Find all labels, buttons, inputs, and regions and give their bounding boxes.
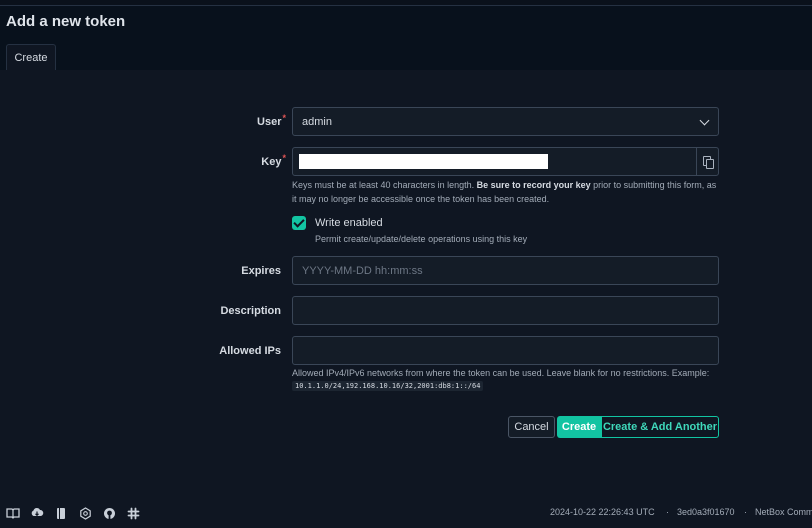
footer-separator-2: ·	[744, 507, 747, 517]
write-enabled-label: Write enabled	[315, 217, 383, 229]
create-and-add-another-button[interactable]: Create & Add Another	[601, 416, 719, 438]
key-required-mark: *	[282, 153, 286, 163]
copy-icon	[702, 156, 714, 169]
book-icon[interactable]	[54, 506, 68, 520]
allowed-ips-input[interactable]	[292, 336, 719, 365]
footer-commit: 3ed0a3f01670	[677, 507, 735, 517]
page-header: Add a new token Create	[0, 6, 812, 70]
allowed-ips-label: Allowed IPs	[219, 345, 281, 357]
key-help-pre: Keys must be at least 40 characters in l…	[292, 180, 477, 190]
key-help-bold: Be sure to record your key	[476, 180, 591, 190]
description-label: Description	[220, 305, 281, 317]
expires-placeholder: YYYY-MM-DD hh:mm:ss	[302, 264, 423, 277]
key-input[interactable]	[299, 154, 548, 169]
user-label: User*	[220, 113, 286, 128]
tab-create[interactable]: Create	[6, 44, 56, 70]
description-input[interactable]	[292, 296, 719, 325]
docs-icon[interactable]	[6, 506, 20, 520]
write-enabled-help: Permit create/update/delete operations u…	[315, 234, 528, 244]
footer-timestamp: 2024-10-22 22:26:43 UTC	[550, 507, 655, 517]
key-label-text: Key	[261, 156, 282, 168]
slack-icon[interactable]	[126, 506, 140, 520]
expires-label: Expires	[241, 265, 281, 277]
user-required-mark: *	[282, 113, 286, 123]
write-enabled-checkbox[interactable]	[292, 216, 306, 230]
footer: 2024-10-22 22:26:43 UTC · 3ed0a3f01670 ·…	[0, 500, 812, 528]
user-select-value: admin	[302, 115, 332, 128]
cancel-button[interactable]: Cancel	[508, 416, 555, 438]
key-help: Keys must be at least 40 characters in l…	[292, 178, 722, 206]
expires-input[interactable]: YYYY-MM-DD hh:mm:ss	[292, 256, 719, 285]
user-label-text: User	[257, 116, 282, 128]
footer-separator-1: ·	[666, 507, 669, 517]
allowed-ips-help: Allowed IPv4/IPv6 networks from where th…	[292, 368, 710, 378]
github-icon[interactable]	[102, 506, 116, 520]
cloud-download-icon[interactable]	[30, 506, 44, 520]
chevron-down-icon	[699, 115, 710, 126]
page-title: Add a new token	[6, 13, 126, 30]
user-select[interactable]: admin	[292, 107, 719, 136]
create-button[interactable]: Create	[557, 416, 601, 438]
copy-key-button[interactable]	[696, 148, 718, 175]
api-icon[interactable]	[78, 506, 92, 520]
allowed-ips-example: 10.1.1.0/24,192.168.10.16/32,2001:db8:1:…	[292, 381, 484, 391]
key-label: Key*	[220, 153, 286, 168]
footer-brand: NetBox Comm	[755, 507, 812, 517]
key-input-group	[292, 147, 719, 176]
